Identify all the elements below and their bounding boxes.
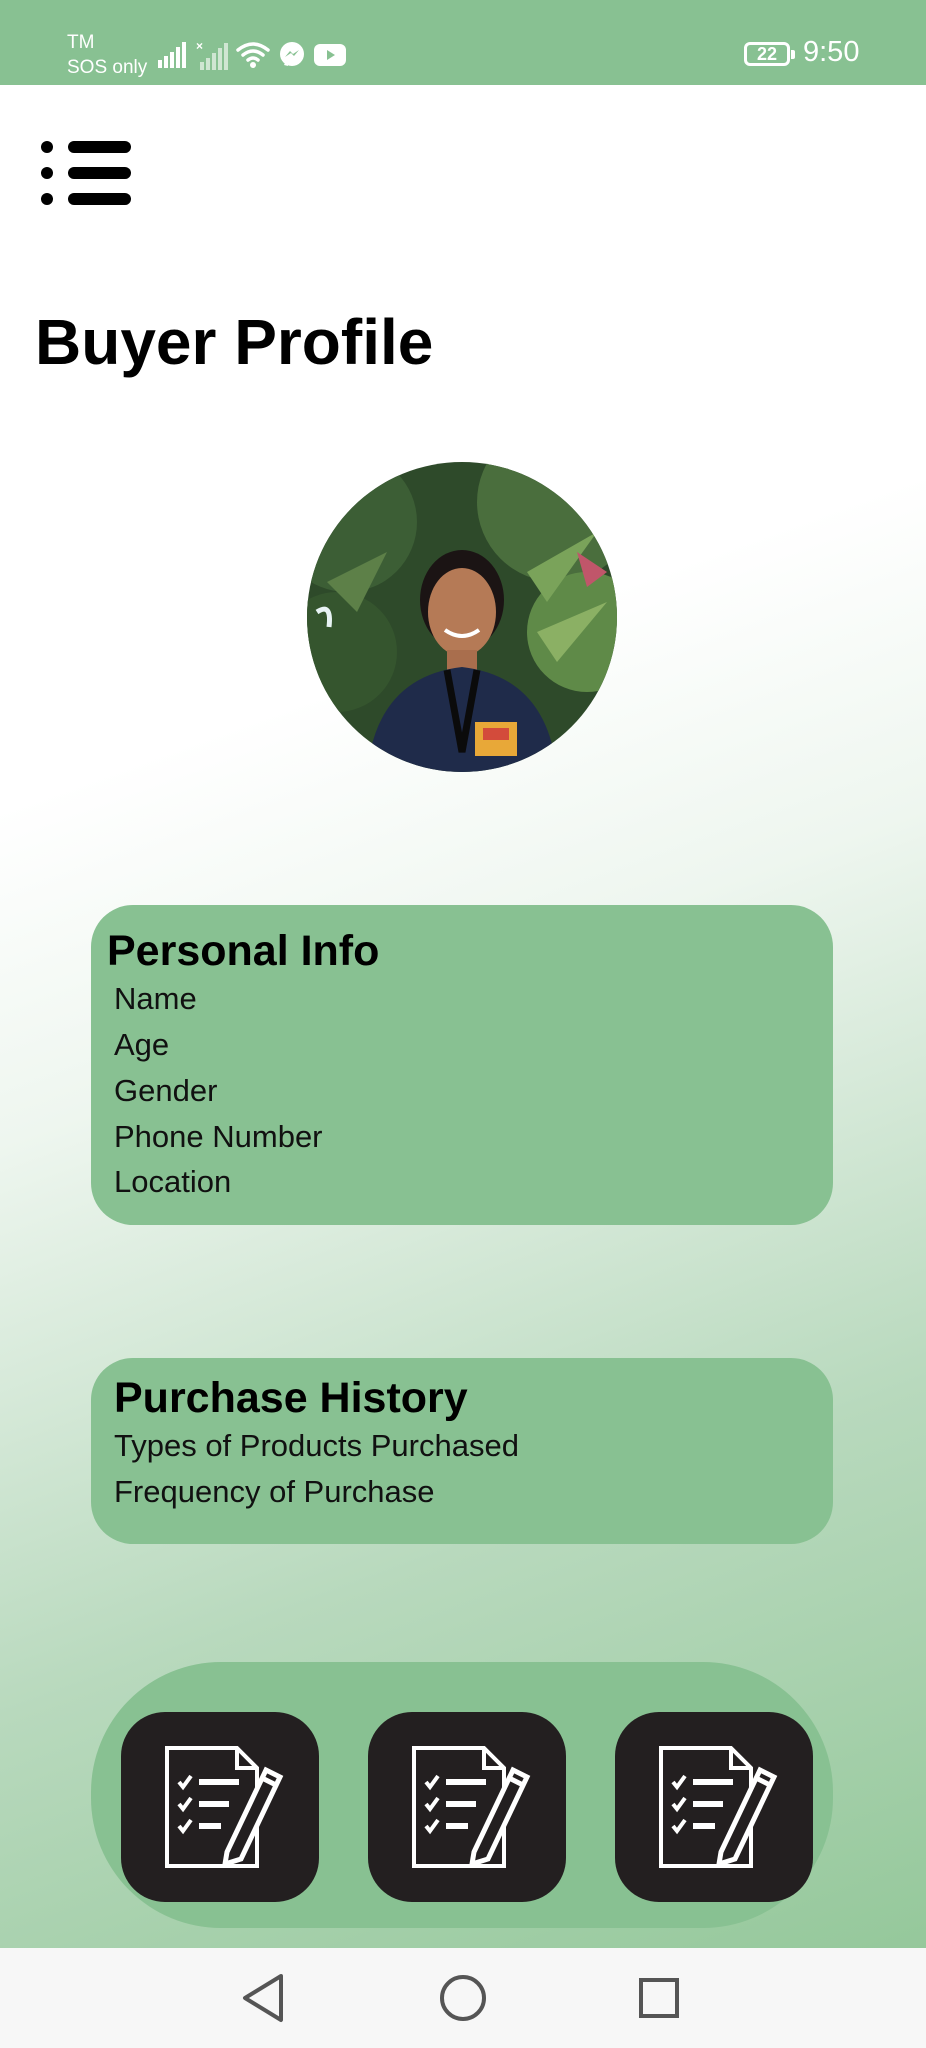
home-icon	[440, 1975, 486, 2021]
field-name: Name	[114, 981, 197, 1016]
purchase-history-card: Purchase History Types of Products Purch…	[91, 1358, 833, 1544]
edit-button-3[interactable]	[615, 1712, 813, 1902]
recents-icon	[639, 1978, 679, 2018]
personal-info-card: Personal Info Name Age Gender Phone Numb…	[91, 905, 833, 1225]
field-age: Age	[114, 1027, 170, 1062]
signal-no-service-icon: ×	[196, 40, 228, 70]
navigation-bar	[0, 1948, 926, 2048]
recents-button[interactable]	[631, 1970, 687, 2026]
field-frequency-of-purchase: Frequency of Purchase	[114, 1474, 435, 1509]
page-title: Buyer Profile	[35, 306, 434, 378]
carrier-name: TM	[67, 32, 95, 53]
status-time: 9:50	[803, 36, 860, 68]
field-gender: Gender	[114, 1073, 218, 1108]
personal-info-title: Personal Info	[107, 927, 380, 975]
back-icon	[243, 1974, 283, 2022]
menu-button[interactable]	[40, 137, 136, 209]
edit-button-1[interactable]	[121, 1712, 319, 1902]
battery-icon: 22	[744, 42, 795, 66]
field-location: Location	[114, 1164, 232, 1199]
svg-text:×: ×	[196, 40, 203, 53]
edit-document-icon	[165, 1746, 284, 1868]
field-phone-number: Phone Number	[114, 1119, 323, 1154]
carrier-info: TM SOS only	[67, 30, 147, 80]
avatar[interactable]	[307, 462, 617, 772]
edit-button-2[interactable]	[368, 1712, 566, 1902]
battery-level: 22	[756, 44, 778, 64]
status-icons: ×	[158, 40, 346, 70]
edit-document-icon	[412, 1746, 531, 1868]
status-bar: TM SOS only × 22 9:50	[0, 0, 926, 85]
signal-bars-icon	[158, 42, 186, 68]
messenger-icon	[280, 42, 304, 66]
profile-photo	[307, 462, 617, 772]
wifi-icon	[236, 42, 270, 68]
youtube-icon	[314, 44, 346, 66]
carrier-status: SOS only	[67, 57, 148, 78]
field-types-of-products: Types of Products Purchased	[114, 1428, 519, 1463]
purchase-history-title: Purchase History	[114, 1374, 468, 1422]
home-button[interactable]	[435, 1970, 491, 2026]
back-button[interactable]	[237, 1970, 293, 2026]
edit-document-icon	[659, 1746, 778, 1868]
menu-list-icon	[41, 141, 131, 205]
action-bar	[91, 1662, 833, 1928]
